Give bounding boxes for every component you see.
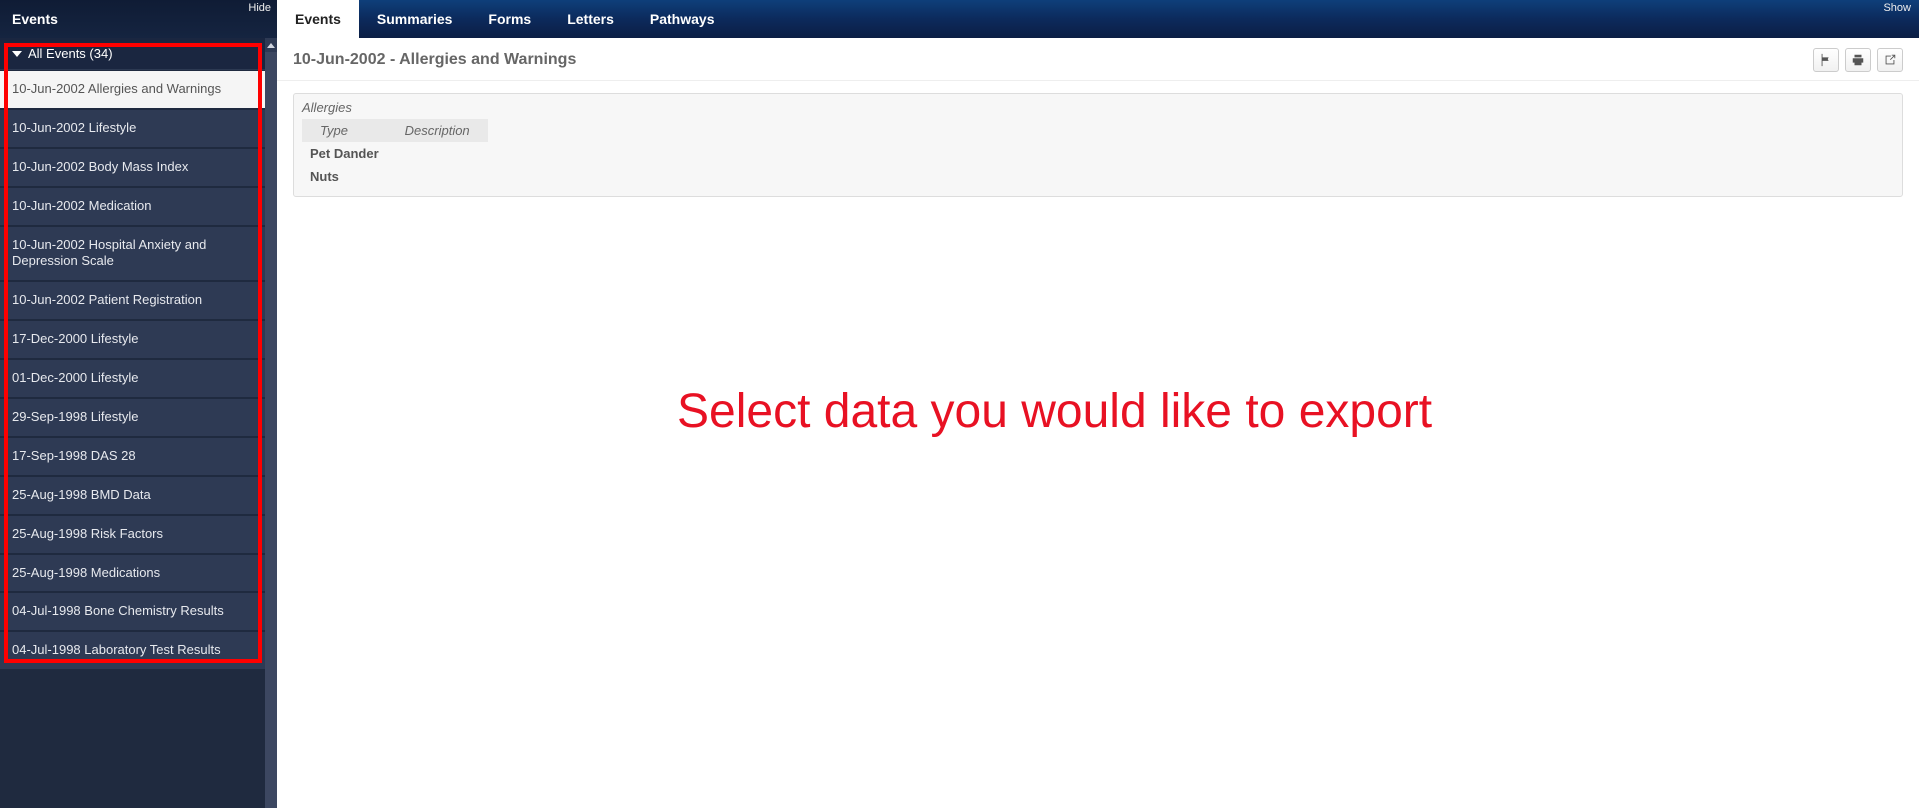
all-events-label: All Events (34): [28, 46, 113, 61]
table-row: Pet Dander: [302, 142, 488, 165]
action-buttons: [1813, 48, 1903, 72]
event-item[interactable]: 10-Jun-2002 Medication: [0, 187, 265, 226]
event-item[interactable]: 04-Jul-1998 Laboratory Test Results: [0, 631, 265, 670]
sidebar-header: Events Hide: [0, 0, 277, 38]
annotation-text: Select data you would like to export: [677, 381, 1432, 443]
event-item[interactable]: 10-Jun-2002 Lifestyle: [0, 109, 265, 148]
scrollbar[interactable]: [265, 38, 277, 808]
event-item[interactable]: 17-Sep-1998 DAS 28: [0, 437, 265, 476]
col-description: Description: [387, 119, 488, 142]
chevron-down-icon: [12, 51, 22, 57]
tab-pathways[interactable]: Pathways: [632, 0, 733, 38]
event-item[interactable]: 04-Jul-1998 Bone Chemistry Results: [0, 592, 265, 631]
allergies-panel: Allergies Type Description Pet DanderNut…: [293, 93, 1903, 197]
event-item[interactable]: 10-Jun-2002 Allergies and Warnings: [0, 70, 265, 109]
top-nav: EventsSummariesFormsLettersPathways Show: [277, 0, 1919, 38]
table-row: Nuts: [302, 165, 488, 188]
flag-icon: [1819, 53, 1833, 67]
event-item[interactable]: 10-Jun-2002 Hospital Anxiety and Depress…: [0, 226, 265, 282]
content-body: Allergies Type Description Pet DanderNut…: [277, 81, 1919, 808]
tab-letters[interactable]: Letters: [549, 0, 632, 38]
content-title: 10-Jun-2002 - Allergies and Warnings: [293, 51, 576, 69]
allergies-table: Type Description Pet DanderNuts: [302, 119, 488, 188]
print-icon: [1851, 53, 1865, 67]
event-item[interactable]: 01-Dec-2000 Lifestyle: [0, 359, 265, 398]
hide-button[interactable]: Hide: [248, 2, 271, 14]
content-header: 10-Jun-2002 - Allergies and Warnings: [277, 38, 1919, 81]
all-events-toggle[interactable]: All Events (34): [0, 38, 265, 70]
tab-forms[interactable]: Forms: [470, 0, 549, 38]
event-list: 10-Jun-2002 Allergies and Warnings10-Jun…: [0, 70, 265, 670]
event-item[interactable]: 25-Aug-1998 Medications: [0, 554, 265, 593]
event-item[interactable]: 25-Aug-1998 Risk Factors: [0, 515, 265, 554]
cell-type: Nuts: [302, 165, 387, 188]
flag-button[interactable]: [1813, 48, 1839, 72]
main-area: EventsSummariesFormsLettersPathways Show…: [277, 0, 1919, 808]
cell-description: [387, 142, 488, 165]
event-item[interactable]: 29-Sep-1998 Lifestyle: [0, 398, 265, 437]
cell-description: [387, 165, 488, 188]
events-sidebar: Events Hide All Events (34) 10-Jun-2002 …: [0, 0, 277, 808]
cell-type: Pet Dander: [302, 142, 387, 165]
tab-summaries[interactable]: Summaries: [359, 0, 470, 38]
event-item[interactable]: 10-Jun-2002 Body Mass Index: [0, 148, 265, 187]
panel-title: Allergies: [302, 98, 1894, 119]
event-item[interactable]: 25-Aug-1998 BMD Data: [0, 476, 265, 515]
events-scroll-area: All Events (34) 10-Jun-2002 Allergies an…: [0, 38, 277, 808]
export-button[interactable]: [1877, 48, 1903, 72]
tab-events[interactable]: Events: [277, 0, 359, 38]
event-item[interactable]: 10-Jun-2002 Patient Registration: [0, 281, 265, 320]
col-type: Type: [302, 119, 387, 142]
sidebar-title: Events: [12, 11, 58, 27]
print-button[interactable]: [1845, 48, 1871, 72]
export-icon: [1883, 53, 1897, 67]
show-button[interactable]: Show: [1883, 2, 1911, 14]
event-item[interactable]: 17-Dec-2000 Lifestyle: [0, 320, 265, 359]
scroll-up-button[interactable]: [265, 38, 277, 52]
